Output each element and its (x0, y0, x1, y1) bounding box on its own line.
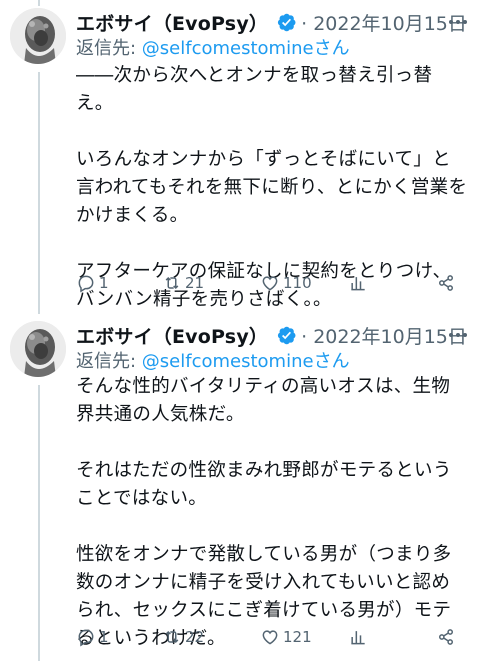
retweet-button[interactable]: 22 (162, 627, 260, 647)
reply-prefix: 返信先: (76, 38, 142, 59)
retweet-count: 22 (185, 628, 205, 646)
share-icon (439, 275, 453, 291)
stats-button[interactable] (348, 627, 434, 647)
verified-badge-icon (278, 326, 296, 344)
like-icon (262, 630, 278, 645)
tweet-text: そんな性的バイタリティの高いオスは、生物界共通の人気株だ。 それはただの性欲まみ… (76, 376, 452, 649)
stats-icon (351, 631, 365, 645)
share-button[interactable] (436, 627, 456, 647)
like-count: 121 (283, 628, 312, 646)
reply-handle-link[interactable]: @selfcomestomineさん (142, 351, 350, 372)
author-name[interactable]: エボサイ（EvoPsy） (76, 322, 268, 349)
stats-icon (351, 277, 365, 291)
reply-handle-link[interactable]: @selfcomestomineさん (142, 38, 350, 59)
tweet-actions: 1 21 110 (76, 269, 456, 297)
retweet-button[interactable]: 21 (162, 273, 260, 293)
share-icon (439, 629, 453, 645)
reply-context: 返信先: @selfcomestomineさん (76, 36, 350, 62)
like-button[interactable]: 121 (260, 627, 348, 647)
reply-count: 1 (99, 274, 109, 292)
retweet-icon (165, 276, 179, 290)
tweet-date[interactable]: · 2022年10月15日 (301, 322, 467, 349)
reply-button[interactable]: 1 (76, 273, 162, 293)
retweet-icon (165, 630, 179, 644)
like-count: 110 (283, 274, 312, 292)
reply-prefix: 返信先: (76, 351, 142, 372)
reply-button[interactable]: 1 (76, 627, 162, 647)
tweet-actions: 1 22 121 (76, 623, 456, 651)
verified-badge-icon (278, 13, 296, 31)
avatar[interactable] (10, 8, 66, 64)
reply-context: 返信先: @selfcomestomineさん (76, 349, 350, 375)
share-button[interactable] (436, 273, 456, 293)
more-icon[interactable] (446, 10, 470, 34)
like-icon (262, 276, 278, 291)
like-button[interactable]: 110 (260, 273, 348, 293)
tweet[interactable]: エボサイ（EvoPsy） · 2022年10月15日 返信先: @selfcom… (0, 313, 480, 661)
stats-button[interactable] (348, 273, 434, 293)
reply-icon (78, 275, 94, 293)
tweet[interactable]: エボサイ（EvoPsy） · 2022年10月15日 返信先: @selfcom… (0, 0, 480, 312)
avatar[interactable] (10, 321, 66, 377)
retweet-count: 21 (185, 274, 205, 292)
reply-count: 1 (99, 628, 109, 646)
more-icon[interactable] (446, 323, 470, 347)
reply-icon (78, 629, 94, 647)
tweet-date[interactable]: · 2022年10月15日 (301, 9, 467, 36)
author-name[interactable]: エボサイ（EvoPsy） (76, 9, 268, 36)
